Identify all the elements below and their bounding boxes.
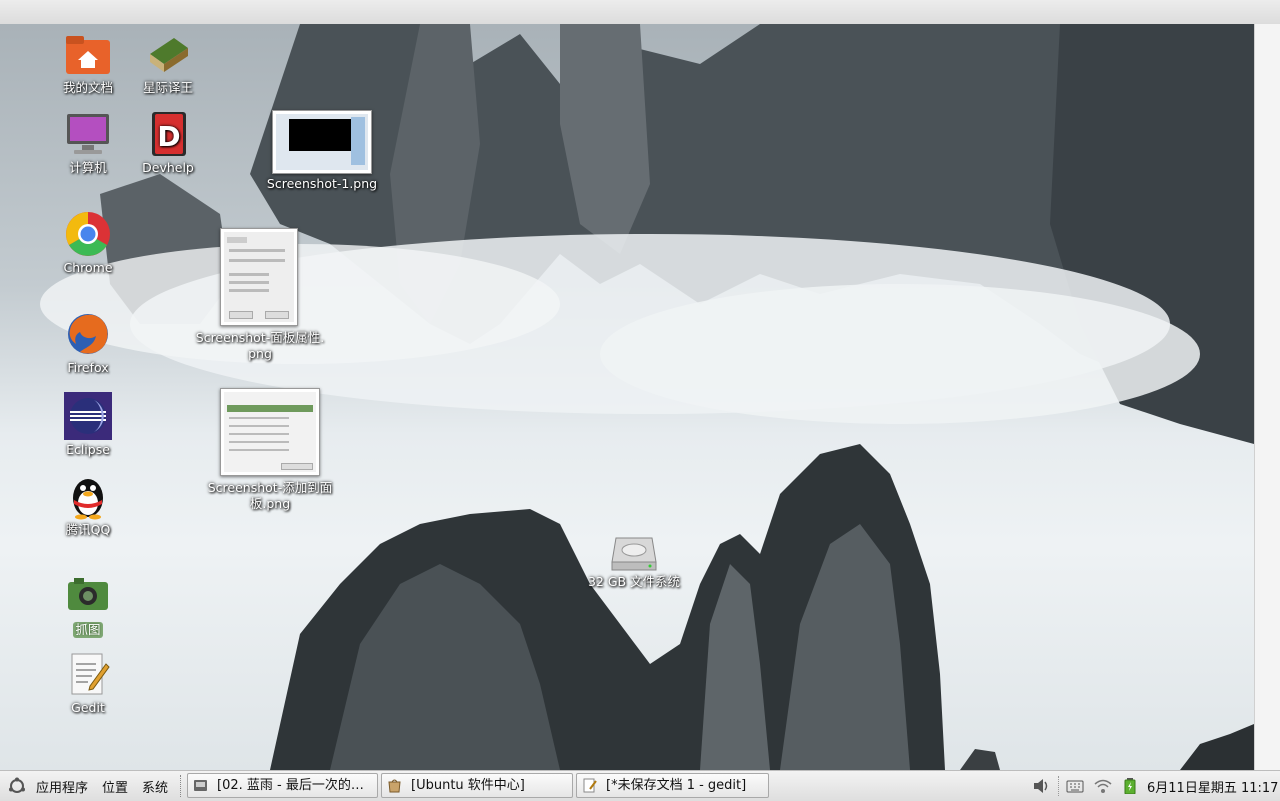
music-player-icon <box>193 778 208 793</box>
desktop-icon-screenshot-tool[interactable]: 抓图 <box>38 572 138 638</box>
home-folder-icon <box>64 30 112 78</box>
top-panel-strip <box>0 0 1280 25</box>
desktop-icon-label: 星际译王 <box>142 80 193 95</box>
file-name: Screenshot-面板属性. png <box>195 330 325 361</box>
svg-text:D: D <box>157 120 180 153</box>
bottom-panel: 应用程序 位置 系统 [02. 蓝雨 - 最后一次的… [Ubuntu 软件中心… <box>0 770 1280 801</box>
desktop-icon-label: 抓图 <box>73 622 103 638</box>
desktop-icon-gedit[interactable]: Gedit <box>38 650 138 716</box>
desktop-icon-stardict[interactable]: 星际译王 <box>118 30 218 96</box>
desktop-file-screenshot-1[interactable]: Screenshot-1.png <box>262 108 382 198</box>
desktop-icon-label: 腾讯QQ <box>65 522 111 537</box>
desktop-file-screenshot-panel-properties[interactable]: Screenshot-面板属性. png <box>190 226 330 366</box>
file-name: Screenshot-添加到面 板.png <box>207 480 333 511</box>
software-center-icon <box>387 778 402 793</box>
desktop-icon-label: Devhelp <box>142 160 194 175</box>
firefox-icon <box>64 310 112 358</box>
task-button-software-center[interactable]: [Ubuntu 软件中心] <box>381 773 573 798</box>
task-button-gedit[interactable]: [*未保存文档 1 - gedit] <box>576 773 769 798</box>
gedit-doc-icon <box>582 778 597 793</box>
panel-separator <box>1058 776 1061 796</box>
desktop-icon-label: 计算机 <box>69 160 107 175</box>
desktop-icon-label: 我的文档 <box>62 80 113 95</box>
camera-icon <box>64 572 112 620</box>
desktop-icon-label: Chrome <box>63 260 113 275</box>
desktop-icon-devhelp[interactable]: D Devhelp <box>118 110 218 176</box>
desktop-icon-label: Gedit <box>71 700 105 715</box>
desktop-icon-firefox[interactable]: Firefox <box>38 310 138 376</box>
clock[interactable]: 6月11日星期五 11:17 <box>1147 777 1278 796</box>
panel-separator <box>180 775 183 797</box>
menu-system[interactable]: 系统 <box>142 777 168 796</box>
keyboard-icon[interactable] <box>1066 778 1084 794</box>
desktop-icon-label: Firefox <box>67 360 109 375</box>
desktop-icon-eclipse[interactable]: Eclipse <box>38 392 138 458</box>
qq-penguin-icon <box>64 472 112 520</box>
desktop-icon-label: Eclipse <box>66 442 110 457</box>
menu-places[interactable]: 位置 <box>102 777 128 796</box>
computer-monitor-icon <box>64 110 112 158</box>
wifi-icon[interactable] <box>1094 778 1112 794</box>
desktop-file-screenshot-add-to-panel[interactable]: Screenshot-添加到面 板.png <box>200 386 340 516</box>
desktop-icon-chrome[interactable]: Chrome <box>38 210 138 276</box>
chrome-icon <box>64 210 112 258</box>
volume-icon[interactable] <box>1032 778 1050 794</box>
battery-icon[interactable] <box>1124 778 1136 795</box>
devhelp-icon: D <box>144 110 192 158</box>
hard-drive-icon <box>610 532 658 572</box>
desktop-icon-qq[interactable]: 腾讯QQ <box>38 472 138 538</box>
image-thumbnail <box>220 228 298 326</box>
image-thumbnail <box>272 110 372 174</box>
text-editor-icon <box>64 650 112 698</box>
task-button-music-player[interactable]: [02. 蓝雨 - 最后一次的… <box>187 773 378 798</box>
file-name: Screenshot-1.png <box>266 176 378 191</box>
ubuntu-logo-icon[interactable] <box>8 777 26 795</box>
desktop-edge-strip <box>1254 24 1280 770</box>
image-thumbnail <box>220 388 320 476</box>
dictionary-book-icon <box>144 30 192 78</box>
desktop-drive-32gb[interactable]: 32 GB 文件系统 <box>584 532 684 590</box>
menu-applications[interactable]: 应用程序 <box>36 777 88 796</box>
eclipse-icon <box>64 392 112 440</box>
